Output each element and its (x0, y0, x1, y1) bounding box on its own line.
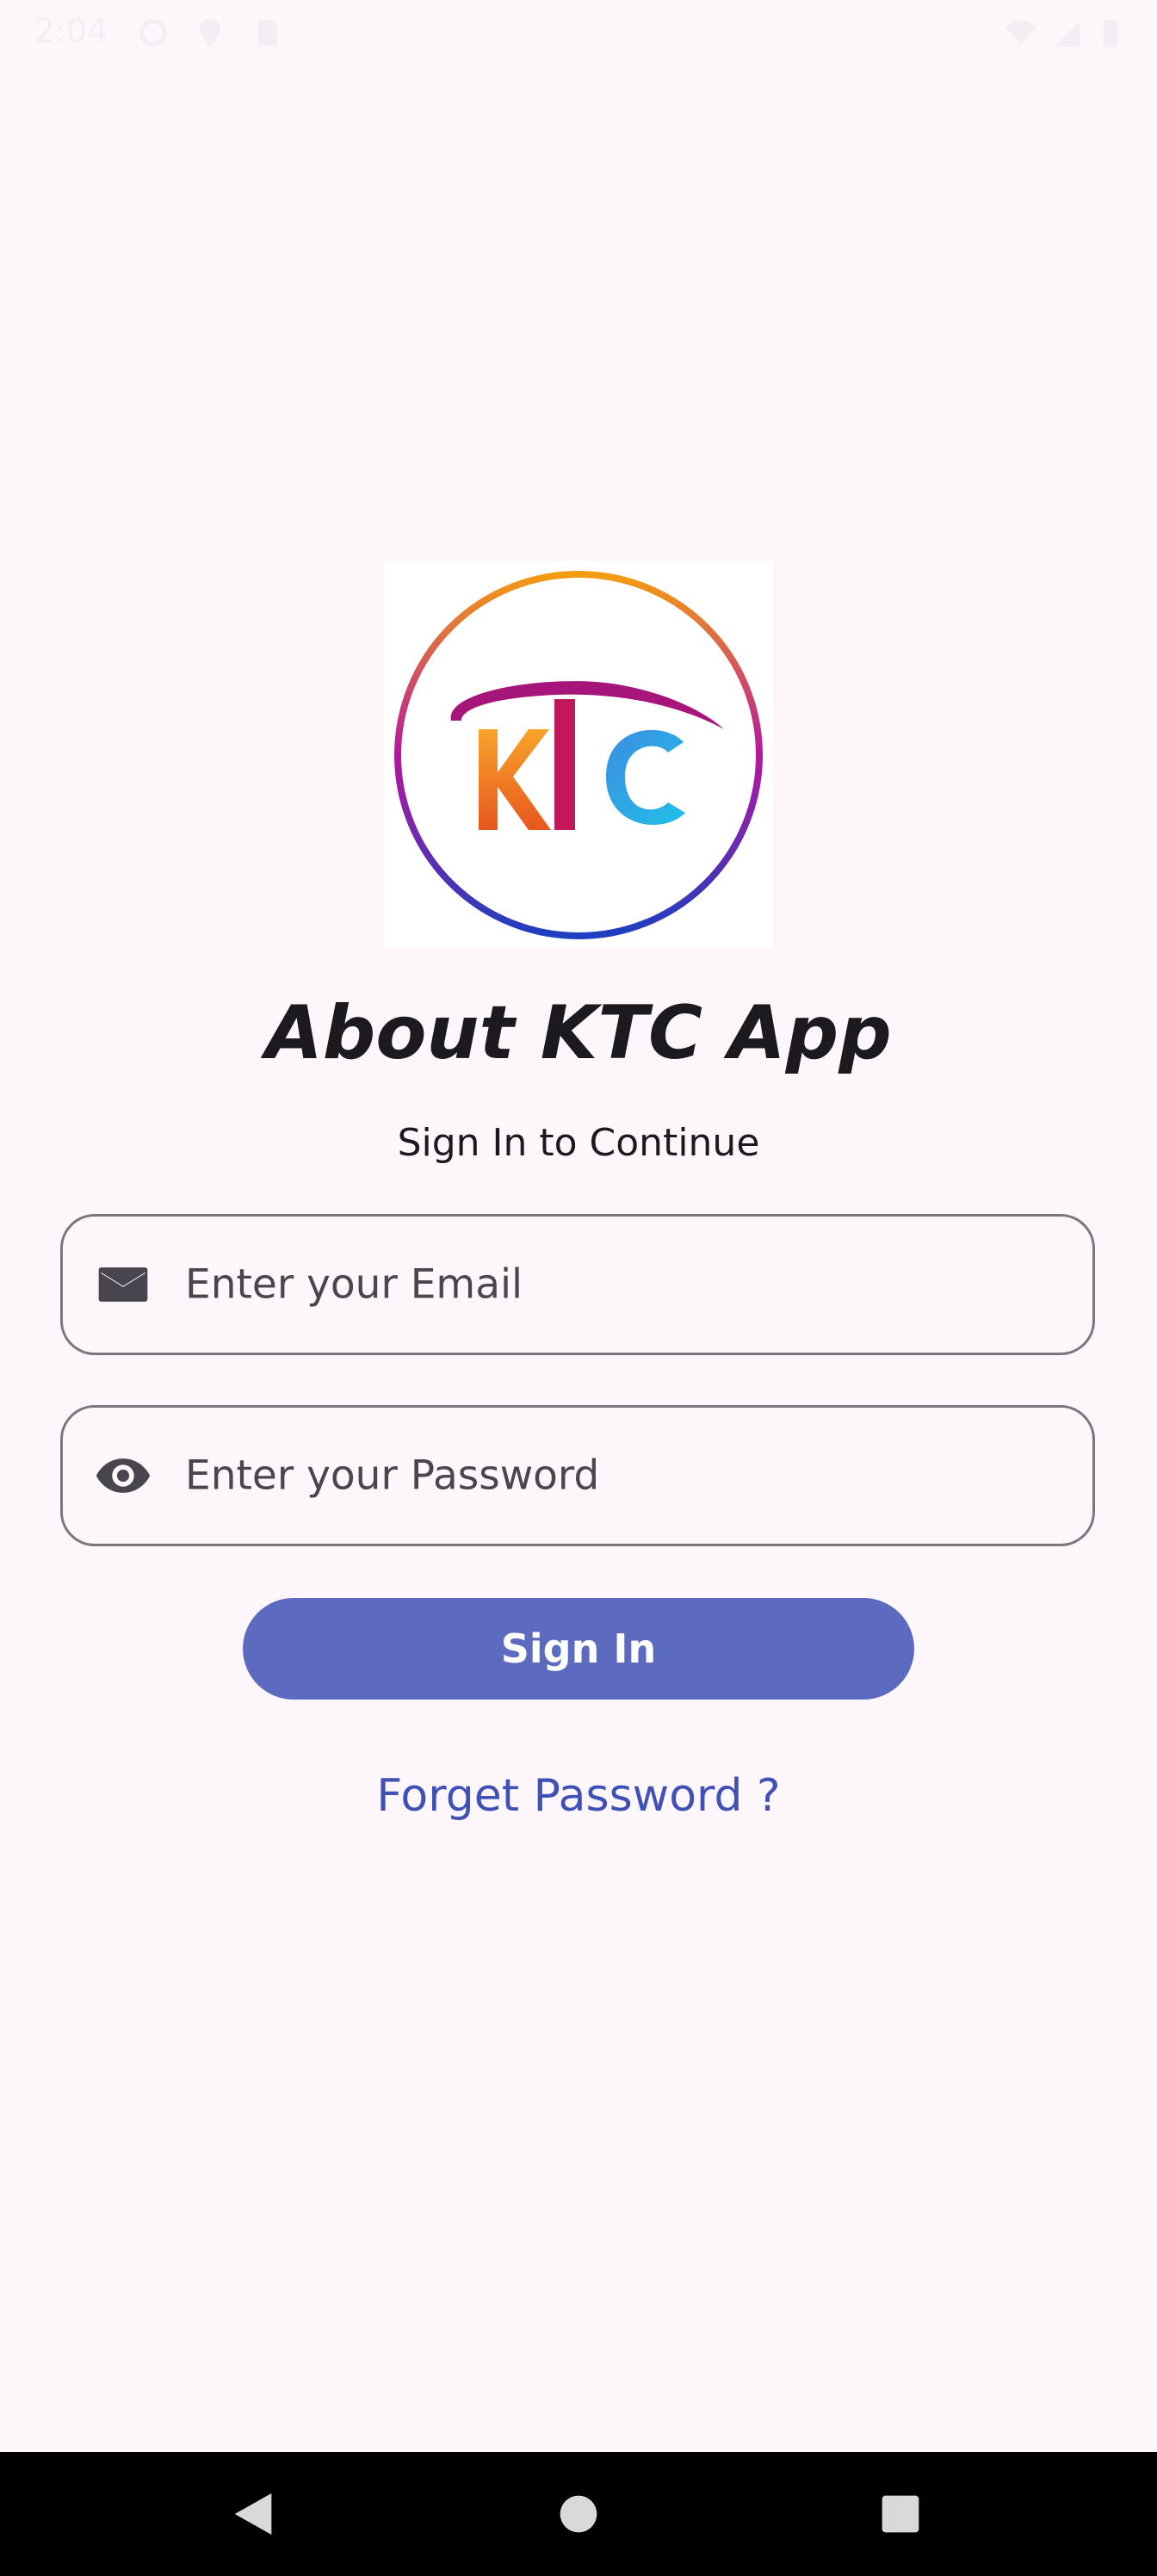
status-time: 2:04 (34, 12, 108, 50)
email-placeholder: Enter your Email (185, 1260, 523, 1309)
settings-status-icon (139, 19, 167, 46)
wifi-status-icon (1005, 21, 1037, 45)
location-status-icon (200, 18, 220, 47)
back-icon[interactable] (226, 2486, 281, 2542)
home-icon[interactable] (551, 2486, 606, 2542)
app-title: About KTC App (265, 990, 892, 1076)
email-field[interactable]: Enter your Email (60, 1214, 1095, 1355)
status-bar: 2:04 (0, 0, 1157, 69)
ktc-logo-graphic (394, 571, 763, 939)
sign-in-button[interactable]: Sign In (243, 1598, 914, 1700)
navigation-bar (0, 2452, 1157, 2576)
battery-status-icon (1103, 20, 1118, 47)
signal-status-icon (1054, 21, 1080, 47)
ktc-logo (384, 561, 773, 949)
eye-icon[interactable] (94, 1446, 152, 1505)
mail-icon (98, 1267, 148, 1302)
password-field[interactable]: Enter your Password (60, 1405, 1095, 1546)
forget-password-link[interactable]: Forget Password ? (0, 1770, 1157, 1822)
recents-icon[interactable] (873, 2486, 928, 2542)
sd-card-status-icon (258, 20, 277, 46)
password-placeholder: Enter your Password (185, 1452, 600, 1500)
subtitle: Sign In to Continue (397, 1121, 760, 1165)
